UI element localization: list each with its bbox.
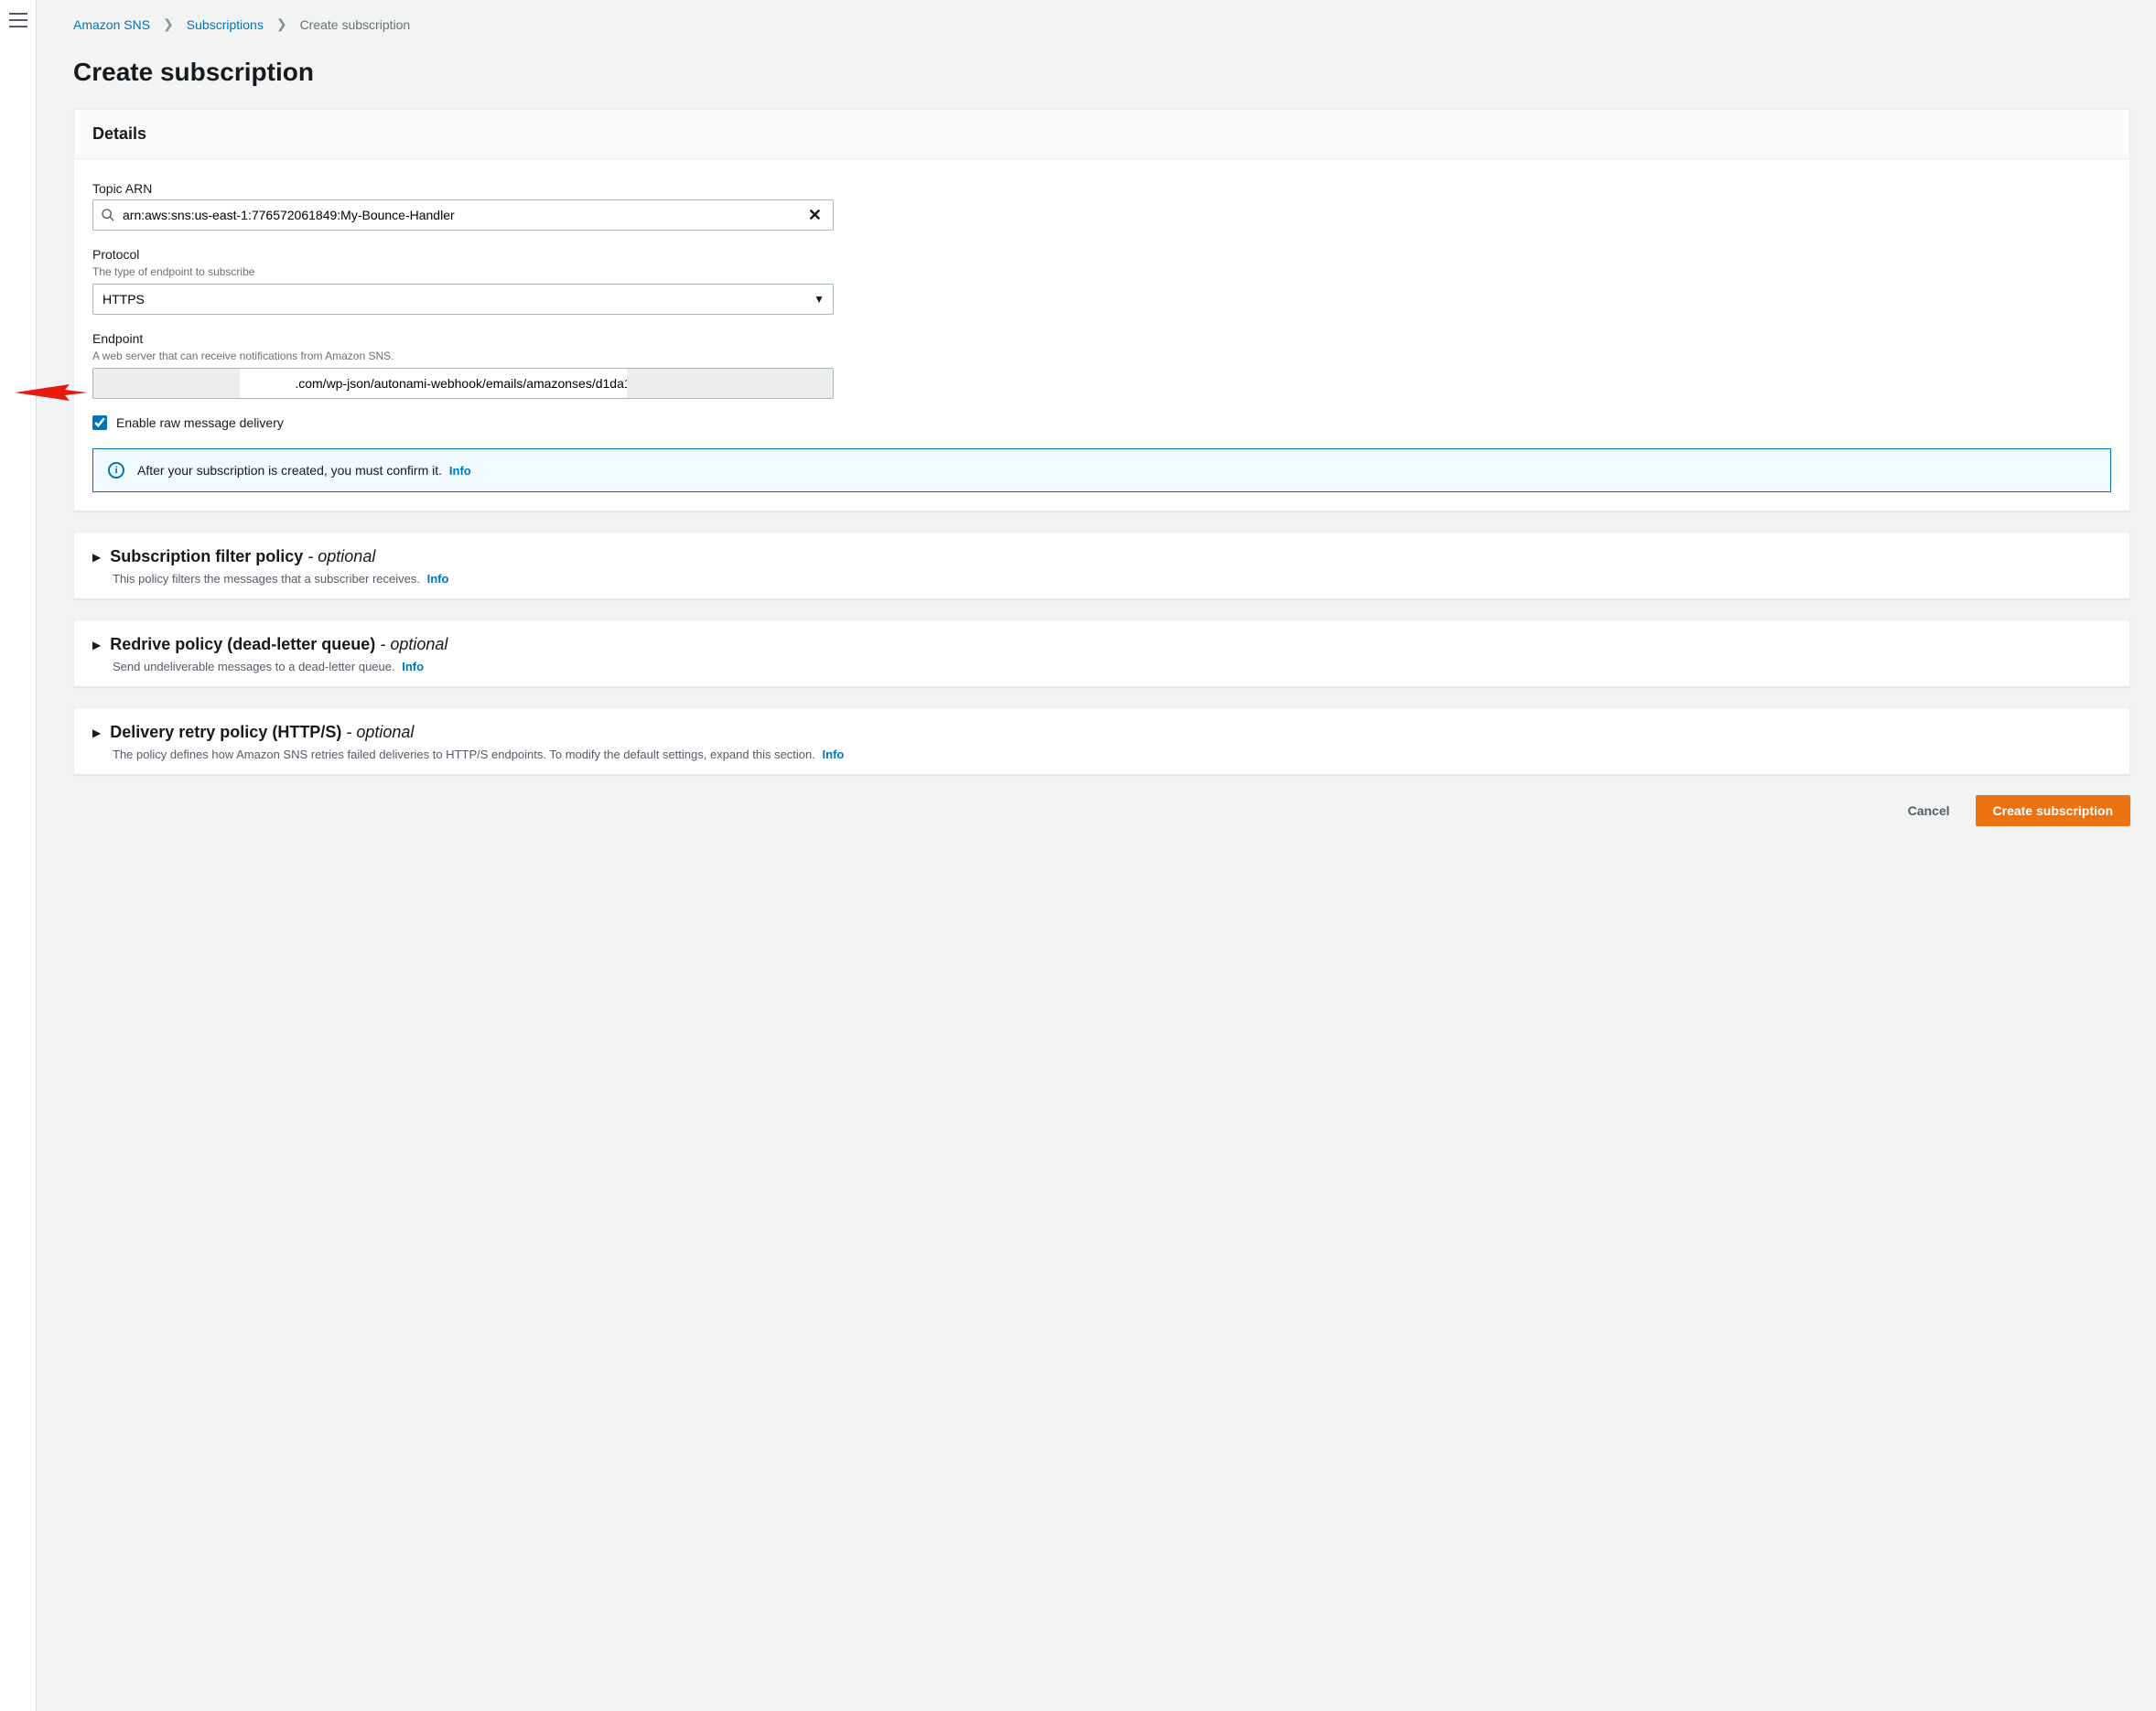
retry-policy-desc: The policy defines how Amazon SNS retrie… bbox=[113, 748, 815, 761]
triangle-right-icon: ▶ bbox=[92, 551, 101, 564]
cancel-button[interactable]: Cancel bbox=[1895, 796, 1963, 825]
info-link[interactable]: Info bbox=[427, 572, 449, 586]
filter-policy-desc: This policy filters the messages that a … bbox=[113, 572, 420, 586]
raw-delivery-checkbox[interactable] bbox=[92, 415, 107, 430]
page-title: Create subscription bbox=[73, 58, 2130, 87]
footer-actions: Cancel Create subscription bbox=[73, 795, 2130, 826]
topic-arn-field: Topic ARN ✕ bbox=[92, 181, 2111, 231]
info-link[interactable]: Info bbox=[449, 464, 471, 478]
protocol-hint: The type of endpoint to subscribe bbox=[92, 265, 2111, 278]
retry-policy-section: ▶ Delivery retry policy (HTTP/S) - optio… bbox=[73, 707, 2130, 775]
optional-label: - optional bbox=[380, 635, 447, 653]
topic-arn-label: Topic ARN bbox=[92, 181, 2111, 196]
retry-policy-title: Delivery retry policy (HTTP/S) bbox=[110, 723, 341, 741]
endpoint-label: Endpoint bbox=[92, 331, 2111, 346]
chevron-right-icon: ❯ bbox=[276, 16, 287, 32]
topic-arn-input-wrap[interactable]: ✕ bbox=[92, 199, 834, 231]
menu-icon[interactable] bbox=[9, 13, 27, 27]
raw-delivery-label[interactable]: Enable raw message delivery bbox=[116, 415, 284, 430]
optional-label: - optional bbox=[307, 547, 375, 565]
chevron-right-icon: ❯ bbox=[163, 16, 174, 32]
endpoint-hint: A web server that can receive notificati… bbox=[92, 350, 2111, 362]
protocol-select[interactable]: HTTPS bbox=[92, 284, 834, 315]
protocol-field: Protocol The type of endpoint to subscri… bbox=[92, 247, 2111, 315]
search-icon bbox=[101, 208, 115, 222]
redrive-policy-title: Redrive policy (dead-letter queue) bbox=[110, 635, 375, 653]
details-panel: Details Topic ARN ✕ Protocol The type of… bbox=[73, 109, 2130, 511]
left-rail bbox=[0, 0, 37, 1711]
endpoint-field: Endpoint A web server that can receive n… bbox=[92, 331, 2111, 399]
breadcrumb-link-sns[interactable]: Amazon SNS bbox=[73, 17, 150, 32]
filter-policy-toggle[interactable]: ▶ Subscription filter policy - optional bbox=[92, 547, 2111, 566]
breadcrumb-current: Create subscription bbox=[300, 17, 411, 32]
topic-arn-input[interactable] bbox=[115, 208, 804, 222]
info-link[interactable]: Info bbox=[823, 748, 845, 761]
info-link[interactable]: Info bbox=[402, 660, 424, 673]
redrive-policy-desc: Send undeliverable messages to a dead-le… bbox=[113, 660, 395, 673]
redrive-policy-section: ▶ Redrive policy (dead-letter queue) - o… bbox=[73, 619, 2130, 687]
optional-label: - optional bbox=[346, 723, 414, 741]
info-icon: i bbox=[108, 462, 124, 479]
triangle-right-icon: ▶ bbox=[92, 726, 101, 739]
triangle-right-icon: ▶ bbox=[92, 639, 101, 651]
details-heading: Details bbox=[92, 124, 2111, 144]
raw-delivery-row: Enable raw message delivery bbox=[92, 415, 2111, 430]
clear-icon[interactable]: ✕ bbox=[804, 207, 825, 223]
confirm-notice-text: After your subscription is created, you … bbox=[137, 463, 442, 478]
redrive-policy-toggle[interactable]: ▶ Redrive policy (dead-letter queue) - o… bbox=[92, 635, 2111, 654]
create-subscription-button[interactable]: Create subscription bbox=[1976, 795, 2130, 826]
details-header: Details bbox=[74, 110, 2129, 159]
breadcrumb-link-subscriptions[interactable]: Subscriptions bbox=[187, 17, 264, 32]
filter-policy-section: ▶ Subscription filter policy - optional … bbox=[73, 532, 2130, 599]
endpoint-input[interactable] bbox=[92, 368, 834, 399]
filter-policy-title: Subscription filter policy bbox=[110, 547, 303, 565]
retry-policy-toggle[interactable]: ▶ Delivery retry policy (HTTP/S) - optio… bbox=[92, 723, 2111, 742]
protocol-label: Protocol bbox=[92, 247, 2111, 262]
confirm-notice: i After your subscription is created, yo… bbox=[92, 448, 2111, 492]
breadcrumb: Amazon SNS ❯ Subscriptions ❯ Create subs… bbox=[73, 16, 2130, 32]
main-content: Amazon SNS ❯ Subscriptions ❯ Create subs… bbox=[37, 0, 2156, 1711]
